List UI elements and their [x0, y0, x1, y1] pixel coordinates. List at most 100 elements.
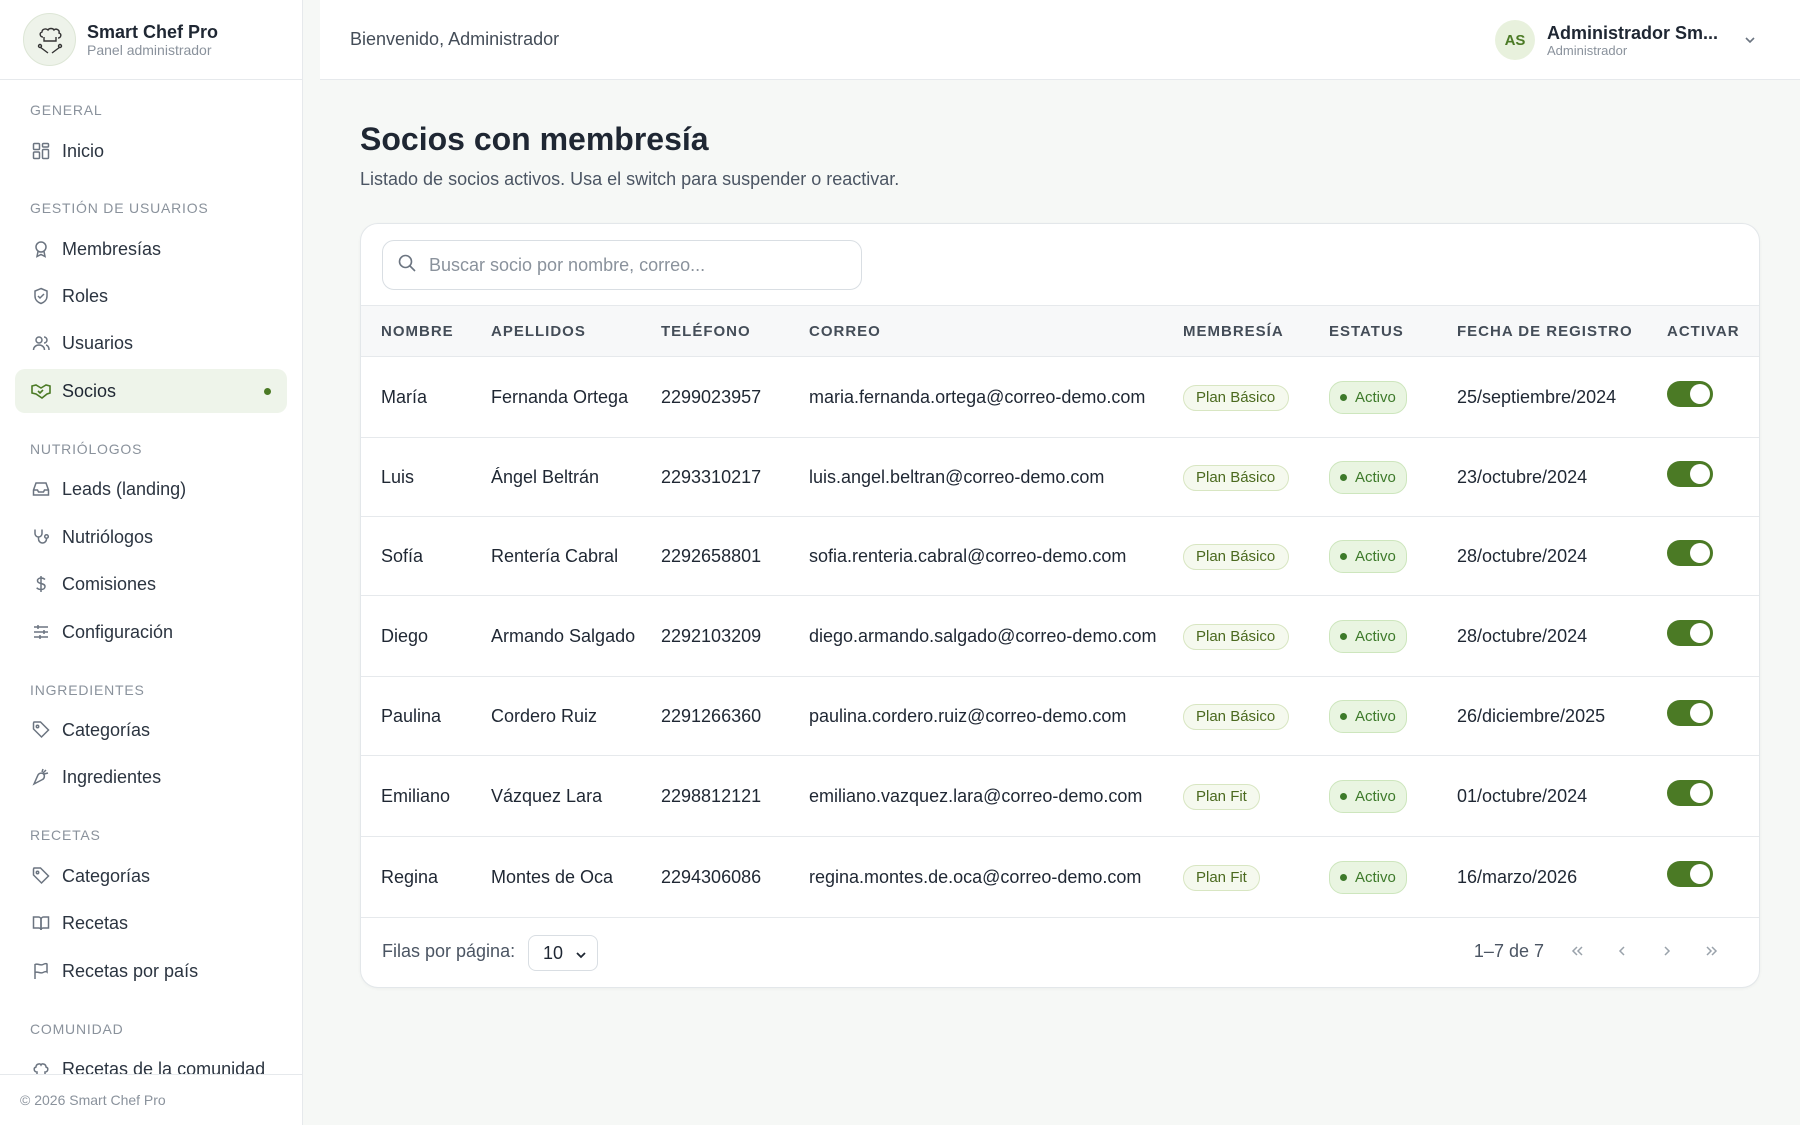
award-icon [30, 238, 52, 260]
active-toggle[interactable] [1667, 860, 1713, 887]
chef-logo-icon [23, 13, 76, 66]
sidebar-item-roles[interactable]: Roles [15, 274, 287, 318]
col-correo[interactable]: CORREO [789, 306, 1163, 357]
table-row: Paulina Cordero Ruiz 2291266360 paulina.… [361, 677, 1759, 756]
active-toggle[interactable] [1667, 619, 1713, 646]
user-menu[interactable]: AS Administrador Sm... Administrador [1495, 18, 1760, 62]
search-icon [397, 253, 417, 278]
first-page-icon[interactable] [1565, 939, 1589, 963]
cell-apellidos: Fernanda Ortega [491, 386, 629, 407]
user-name: Administrador Sm... [1547, 22, 1719, 43]
active-toggle[interactable] [1667, 699, 1713, 726]
col-fecha[interactable]: FECHA DE REGISTRO [1437, 306, 1647, 357]
status-badge: Activo [1329, 460, 1407, 494]
flag-icon [30, 960, 52, 982]
status-label: Activo [1355, 547, 1396, 565]
cell-fecha: 26/diciembre/2025 [1457, 705, 1606, 726]
brand: Smart Chef Pro Panel administrador [0, 0, 302, 80]
sidebar-item-ingredientes[interactable]: Ingredientes [15, 755, 287, 799]
user-role: Administrador [1547, 42, 1628, 58]
active-toggle[interactable] [1667, 380, 1713, 407]
status-badge: Activo [1329, 860, 1407, 894]
sidebar-item-categorias-recetas[interactable]: Categorías [15, 854, 287, 898]
cell-telefono: 2292658801 [661, 545, 762, 566]
chevron-down-icon [574, 946, 588, 967]
cell-nombre: Luis [381, 466, 415, 487]
carrot-icon [30, 766, 52, 788]
col-activar: ACTIVAR [1667, 322, 1740, 340]
last-page-icon[interactable] [1700, 939, 1724, 963]
search-input[interactable] [429, 254, 849, 276]
prev-page-icon[interactable] [1610, 939, 1634, 963]
cell-correo: regina.montes.de.oca@correo-demo.com [809, 866, 1142, 887]
cell-fecha: 25/septiembre/2024 [1457, 386, 1617, 407]
col-apellidos[interactable]: APELLIDOS [471, 306, 641, 357]
cell-apellidos: Vázquez Lara [491, 785, 603, 806]
chevron-down-icon[interactable] [1740, 30, 1760, 50]
sidebar-item-label: Nutriólogos [62, 526, 154, 547]
col-nombre[interactable]: NOMBRE [361, 306, 471, 357]
section-users: GESTIÓN DE USUARIOS [30, 200, 209, 216]
search-box[interactable] [382, 240, 862, 290]
sidebar-item-recetas[interactable]: Recetas [15, 901, 287, 945]
active-toggle[interactable] [1667, 539, 1713, 566]
tag-icon [30, 865, 52, 887]
status-label: Activo [1355, 468, 1396, 486]
next-page-icon[interactable] [1655, 939, 1679, 963]
sidebar-item-leads[interactable]: Leads (landing) [15, 467, 287, 511]
cell-correo: paulina.cordero.ruiz@correo-demo.com [809, 705, 1127, 726]
status-badge: Activo [1329, 779, 1407, 813]
cell-nombre: María [381, 386, 428, 407]
sidebar-item-label: Roles [62, 285, 109, 306]
shield-check-icon [30, 285, 52, 307]
sidebar-item-configuracion[interactable]: Configuración [15, 610, 287, 654]
membership-badge: Plan Básico [1183, 623, 1289, 650]
pagination-range: 1–7 de 7 [1473, 941, 1544, 961]
cell-correo: luis.angel.beltran@correo-demo.com [809, 466, 1105, 487]
cell-telefono: 2299023957 [661, 386, 762, 407]
col-estatus[interactable]: ESTATUS [1309, 306, 1437, 357]
sidebar-item-usuarios[interactable]: Usuarios [15, 321, 287, 365]
sidebar-item-label: Recetas por país [62, 960, 199, 981]
sidebar-item-inicio[interactable]: Inicio [15, 129, 287, 173]
grid-icon [30, 140, 52, 162]
col-membresia[interactable]: MEMBRESÍA [1163, 306, 1309, 357]
page-title: Socios con membresía [360, 121, 709, 157]
sidebar-item-label: Categorías [62, 865, 151, 886]
sidebar-item-recetas-pais[interactable]: Recetas por país [15, 949, 287, 993]
inbox-icon [30, 478, 52, 500]
sidebar-item-membresias[interactable]: Membresías [15, 227, 287, 271]
cell-fecha: 01/octubre/2024 [1457, 785, 1588, 806]
sidebar-item-label: Leads (landing) [62, 478, 187, 499]
membership-badge: Plan Fit [1183, 864, 1260, 891]
avatar: AS [1495, 20, 1535, 60]
cell-fecha: 28/octubre/2024 [1457, 625, 1588, 646]
sidebar-item-socios[interactable]: Socios [15, 369, 287, 413]
sidebar-item-label: Usuarios [62, 332, 134, 353]
handshake-icon [30, 380, 52, 402]
table-row: María Fernanda Ortega 2299023957 maria.f… [361, 357, 1759, 438]
sidebar: Smart Chef Pro Panel administrador GENER… [0, 0, 303, 1125]
dollar-icon [30, 573, 52, 595]
cell-fecha: 23/octubre/2024 [1457, 466, 1588, 487]
cell-correo: maria.fernanda.ortega@correo-demo.com [809, 386, 1146, 407]
sidebar-item-nutriologos[interactable]: Nutriólogos [15, 515, 287, 559]
page-subtitle: Listado de socios activos. Usa el switch… [360, 169, 900, 189]
sidebar-footer: © 2026 Smart Chef Pro [0, 1074, 302, 1125]
sidebar-item-comisiones[interactable]: Comisiones [15, 562, 287, 606]
active-toggle[interactable] [1667, 779, 1713, 806]
cell-nombre: Diego [381, 625, 429, 646]
welcome-text: Bienvenido, Administrador [350, 29, 560, 49]
tag-icon [30, 719, 52, 741]
col-telefono[interactable]: TELÉFONO [641, 306, 789, 357]
rows-per-page-select[interactable]: 10 [528, 935, 598, 971]
active-toggle[interactable] [1667, 460, 1713, 487]
membership-badge: Plan Básico [1183, 384, 1289, 411]
cell-apellidos: Ángel Beltrán [491, 466, 600, 487]
table-row: Regina Montes de Oca 2294306086 regina.m… [361, 837, 1759, 918]
status-label: Activo [1355, 707, 1396, 725]
cell-fecha: 16/marzo/2026 [1457, 866, 1578, 887]
sidebar-item-categorias-ingredientes[interactable]: Categorías [15, 708, 287, 752]
status-badge: Activo [1329, 380, 1407, 414]
sidebar-item-label: Recetas [62, 912, 129, 933]
